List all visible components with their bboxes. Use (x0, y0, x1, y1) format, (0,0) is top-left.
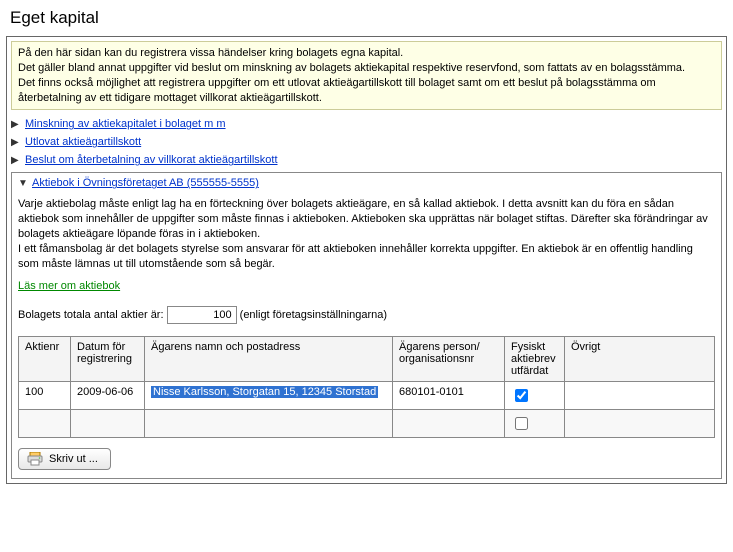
expander-label: Aktiebok i Övningsföretaget AB (555555-5… (32, 177, 259, 189)
totals-suffix: (enligt företagsinställningarna) (240, 309, 387, 321)
th-namn: Ägarens namn och postadress (145, 336, 393, 381)
expander-utlovat[interactable]: ▶ Utlovat aktieägartillskott (11, 136, 722, 148)
expander-beslut[interactable]: ▶ Beslut om återbetalning av villkorat a… (11, 154, 722, 166)
aktiebok-table: Aktienr Datum för registrering Ägarens n… (18, 336, 715, 438)
page-title: Eget kapital (10, 8, 727, 28)
table-row-empty[interactable] (19, 409, 715, 437)
th-fysiskt: Fysiskt aktiebrev utfärdat (505, 336, 565, 381)
expander-label: Beslut om återbetalning av villkorat akt… (25, 154, 278, 166)
chevron-right-icon: ▶ (11, 155, 21, 166)
fysiskt-checkbox[interactable] (515, 389, 528, 402)
th-ovrigt: Övrigt (565, 336, 715, 381)
expander-aktiebok-header[interactable]: ▼ Aktiebok i Övningsföretaget AB (555555… (18, 177, 715, 189)
outer-panel: På den här sidan kan du registrera vissa… (6, 36, 727, 484)
cell-orgnr[interactable] (393, 409, 505, 437)
cell-datum[interactable] (71, 409, 145, 437)
cell-ovrigt[interactable] (565, 409, 715, 437)
expander-minskning[interactable]: ▶ Minskning av aktiekapitalet i bolaget … (11, 118, 722, 130)
cell-fysiskt[interactable] (505, 409, 565, 437)
print-button[interactable]: Skriv ut ... (18, 448, 111, 470)
cell-namn-text: Nisse Karlsson, Storgatan 15, 12345 Stor… (151, 386, 378, 398)
cell-orgnr[interactable]: 680101-0101 (393, 381, 505, 409)
cell-namn[interactable]: Nisse Karlsson, Storgatan 15, 12345 Stor… (145, 381, 393, 409)
total-shares-input[interactable] (167, 306, 237, 324)
cell-datum[interactable]: 2009-06-06 (71, 381, 145, 409)
chevron-down-icon: ▼ (18, 178, 28, 189)
info-line: På den här sidan kan du registrera vissa… (18, 46, 715, 61)
cell-fysiskt[interactable] (505, 381, 565, 409)
read-more-link[interactable]: Läs mer om aktiebok (18, 280, 120, 292)
cell-ovrigt[interactable] (565, 381, 715, 409)
expander-label: Minskning av aktiekapitalet i bolaget m … (25, 118, 226, 130)
print-button-label: Skriv ut ... (49, 453, 98, 465)
cell-aktienr[interactable] (19, 409, 71, 437)
th-aktienr: Aktienr (19, 336, 71, 381)
printer-icon (27, 452, 43, 466)
th-datum: Datum för registrering (71, 336, 145, 381)
info-box: På den här sidan kan du registrera vissa… (11, 41, 722, 110)
desc-line: I ett fåmansbolag är det bolagets styrel… (18, 242, 715, 272)
cell-namn[interactable] (145, 409, 393, 437)
cell-aktienr[interactable]: 100 (19, 381, 71, 409)
info-line: Det gäller bland annat uppgifter vid bes… (18, 61, 715, 76)
chevron-right-icon: ▶ (11, 137, 21, 148)
info-line: Det finns också möjlighet att registrera… (18, 76, 715, 106)
expander-aktiebok: ▼ Aktiebok i Övningsföretaget AB (555555… (11, 172, 722, 478)
table-row[interactable]: 100 2009-06-06 Nisse Karlsson, Storgatan… (19, 381, 715, 409)
fysiskt-checkbox[interactable] (515, 417, 528, 430)
aktiebok-description: Varje aktiebolag måste enligt lag ha en … (18, 197, 715, 271)
totals-row: Bolagets totala antal aktier är: (enligt… (18, 306, 715, 324)
expander-label: Utlovat aktieägartillskott (25, 136, 141, 148)
table-header-row: Aktienr Datum för registrering Ägarens n… (19, 336, 715, 381)
desc-line: Varje aktiebolag måste enligt lag ha en … (18, 197, 715, 242)
chevron-right-icon: ▶ (11, 119, 21, 130)
th-orgnr: Ägarens person/ organisationsnr (393, 336, 505, 381)
totals-label: Bolagets totala antal aktier är: (18, 309, 164, 321)
